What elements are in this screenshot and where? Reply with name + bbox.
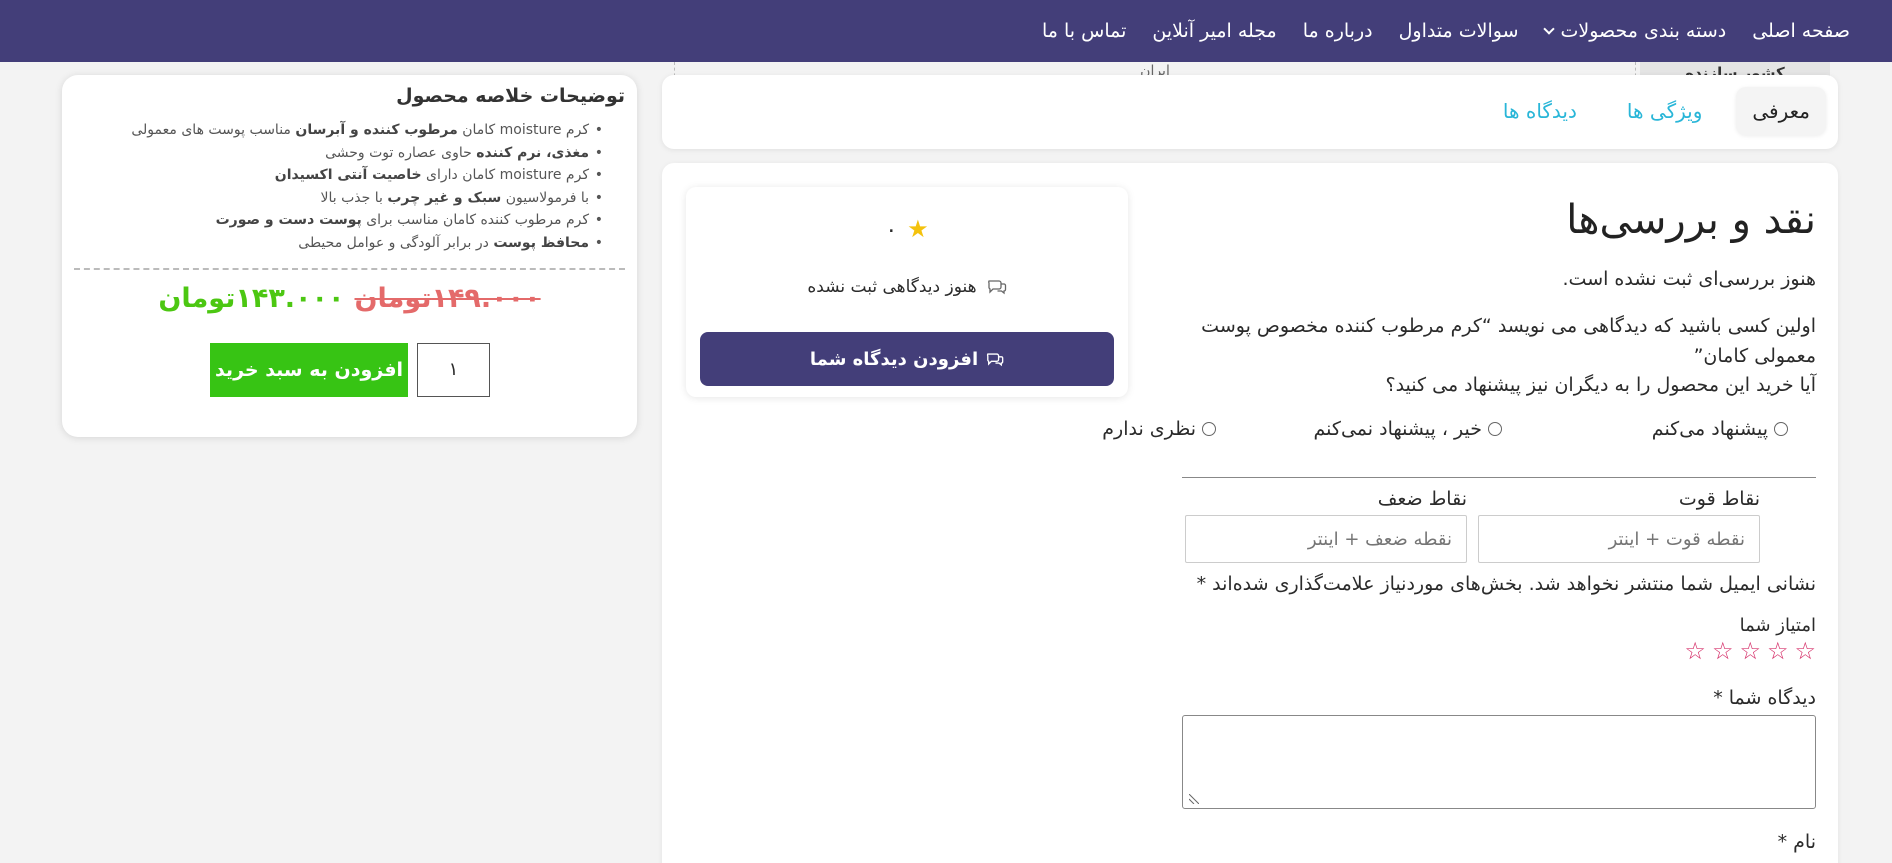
nav-item-faq[interactable]: سوالات متداول (1399, 20, 1519, 42)
pros-input[interactable] (1478, 515, 1760, 563)
old-price: ۱۴۹.۰۰۰تومان (354, 283, 541, 314)
recommend-no-radio[interactable] (1488, 422, 1502, 436)
option-label: پیشنهاد می‌کنم (1651, 418, 1768, 440)
nav-item-label: صفحه اصلی (1752, 20, 1850, 42)
feature-list: کرم moisture کامان مرطوب کننده و آبرسان … (131, 119, 603, 254)
average-rating: ۰ ★ (686, 215, 1128, 243)
spec-value: ایران (674, 62, 1636, 76)
recommend-yes-radio[interactable] (1774, 422, 1788, 436)
product-summary-title: توضیحات خلاصه محصول (396, 85, 625, 107)
add-review-button[interactable]: افزودن دیدگاه شما (700, 332, 1114, 386)
nav-item-about[interactable]: درباره ما (1303, 20, 1373, 42)
chat-icon (987, 352, 1004, 366)
feature-item: محافظ پوست در برابر آلودگی و عوامل محیطی (131, 232, 603, 255)
nav-item-label: دسته بندی محصولات (1560, 20, 1727, 42)
comment-label: دیدگاه شما * (1713, 687, 1816, 709)
feature-text: مرطوب کننده و آبرسان (295, 122, 458, 138)
nav-item-label: مجله امیر آنلاین (1152, 20, 1277, 42)
product-tabs: معرفی ویژگی ها دیدگاه ها (1487, 87, 1826, 135)
recommend-question: آیا خرید این محصول را به دیگران نیز پیشن… (1385, 374, 1817, 396)
recommend-neutral-option[interactable]: نظری ندارم (1102, 418, 1216, 440)
cons-label: نقاط ضعف (1377, 488, 1467, 510)
tab-features[interactable]: ویژگی ها (1611, 87, 1718, 135)
tab-intro[interactable]: معرفی (1736, 87, 1826, 135)
spec-label: کشور سازنده (1640, 62, 1830, 76)
option-label: نظری ندارم (1102, 418, 1196, 440)
top-navbar: صفحه اصلی دسته بندی محصولات سوالات متداو… (0, 0, 1892, 62)
feature-text: خاصیت آنتی اکسیدان (274, 167, 422, 183)
new-price: ۱۴۳.۰۰۰تومان (158, 283, 345, 314)
star-icon[interactable]: ☆ (1767, 639, 1789, 663)
rating-stars: ☆ ☆ ☆ ☆ ☆ (1684, 639, 1816, 663)
reviews-section: نقد و بررسی‌ها هنوز بررسی‌ای ثبت نشده اس… (662, 163, 1838, 863)
feature-text: کرم moisture کامان دارای (421, 167, 589, 183)
add-to-cart-button[interactable]: افزودن به سبد خرید (210, 343, 408, 397)
nav-item-label: درباره ما (1302, 20, 1373, 42)
resize-grip-icon[interactable] (1189, 794, 1199, 804)
rating-label: امتیاز شما (1739, 615, 1816, 636)
feature-item: با فرمولاسیون سبک و غیر چرب با جذب بالا (131, 187, 603, 210)
star-icon: ★ (907, 215, 929, 243)
recommend-options: پیشنهاد می‌کنم خیر ، پیشنهاد نمی‌کنم نظر… (1102, 418, 1788, 440)
feature-item: مغذی، نرم کننده حاوی عصاره توت وحشی (131, 142, 603, 165)
cons-input[interactable] (1185, 515, 1467, 563)
first-reviewer-text: اولین کسی باشید که دیدگاهی می نویسد “کرم… (1201, 315, 1816, 367)
chat-icon (987, 280, 1006, 295)
comment-textarea[interactable] (1182, 715, 1816, 809)
add-review-label: افزودن دیدگاه شما (809, 348, 979, 370)
price-row: ۱۴۹.۰۰۰تومان ۱۴۳.۰۰۰تومان (62, 283, 637, 314)
feature-item: کرم مرطوب کننده کامان مناسب برای پوست دس… (131, 209, 603, 232)
feature-text: مناسب پوست های معمولی (131, 122, 296, 138)
feature-text: با جذب بالا (320, 189, 388, 206)
feature-item: کرم moisture کامان مرطوب کننده و آبرسان … (131, 119, 603, 142)
email-note: نشانی ایمیل شما منتشر نخواهد شد. بخش‌های… (1196, 573, 1816, 595)
option-label: خیر ، پیشنهاد نمی‌کنم (1313, 418, 1482, 440)
feature-text: با فرمولاسیون (501, 189, 589, 206)
star-icon[interactable]: ☆ (1794, 639, 1816, 663)
recommend-yes-option[interactable]: پیشنهاد می‌کنم (1502, 418, 1788, 440)
name-label: نام * (1777, 831, 1816, 853)
nav-item-magazine[interactable]: مجله امیر آنلاین (1152, 20, 1276, 42)
nav-item-label: سوالات متداول (1398, 20, 1519, 42)
nav-item-label: تماس با ما (1042, 20, 1127, 42)
feature-text: کرم moisture کامان (457, 122, 589, 138)
nav-menu: صفحه اصلی دسته بندی محصولات سوالات متداو… (1042, 0, 1850, 62)
nav-item-home[interactable]: صفحه اصلی (1752, 20, 1850, 42)
star-icon[interactable]: ☆ (1739, 639, 1761, 663)
product-tabs-card: معرفی ویژگی ها دیدگاه ها (662, 75, 1838, 149)
recommend-neutral-radio[interactable] (1202, 422, 1216, 436)
no-reviews-text: هنوز دیدگاهی ثبت نشده (807, 277, 977, 297)
tab-reviews[interactable]: دیدگاه ها (1487, 87, 1593, 135)
star-icon[interactable]: ☆ (1684, 639, 1706, 663)
feature-text: کرم مرطوب کننده کامان مناسب برای (361, 212, 589, 228)
spec-table-peek: ایران کشور سازنده (674, 62, 1830, 76)
recommend-no-option[interactable]: خیر ، پیشنهاد نمی‌کنم (1216, 418, 1502, 440)
feature-text: مغذی، نرم کننده (476, 144, 589, 161)
feature-item: کرم moisture کامان دارای خاصیت آنتی اکسی… (131, 164, 603, 187)
nav-item-categories[interactable]: دسته بندی محصولات (1542, 20, 1727, 42)
feature-text: محافظ پوست (493, 234, 589, 251)
feature-text: حاوی عصاره توت وحشی (325, 144, 477, 161)
rating-value: ۰ (885, 218, 898, 243)
no-review-text: هنوز بررسی‌ای ثبت نشده است. (1562, 268, 1817, 290)
rating-summary-card: ۰ ★ هنوز دیدگاهی ثبت نشده افزودن دیدگاه ش… (686, 187, 1128, 397)
pros-label: نقاط قوت (1678, 488, 1760, 510)
product-summary-card: توضیحات خلاصه محصول کرم moisture کامان م… (62, 75, 637, 437)
star-icon[interactable]: ☆ (1712, 639, 1734, 663)
feature-text: پوست دست و صورت (215, 212, 362, 228)
form-divider (1182, 477, 1816, 478)
dashed-divider (74, 268, 625, 270)
no-reviews-row: هنوز دیدگاهی ثبت نشده (686, 277, 1128, 297)
quantity-input[interactable]: ۱ (417, 343, 490, 397)
nav-item-contact[interactable]: تماس با ما (1042, 20, 1126, 42)
feature-text: سبک و غیر چرب (387, 189, 502, 206)
feature-text: در برابر آلودگی و عوامل محیطی (298, 234, 494, 251)
chevron-down-icon (1542, 22, 1555, 35)
reviews-title: نقد و بررسی‌ها (1566, 197, 1816, 243)
